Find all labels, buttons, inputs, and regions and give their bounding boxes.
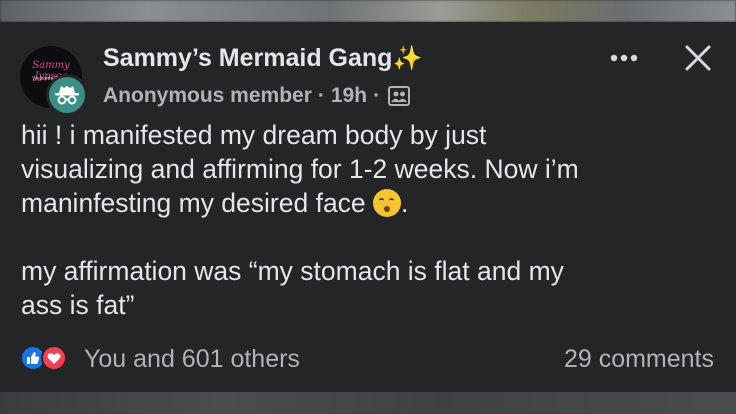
group-name: Sammy’s Mermaid Gang — [103, 44, 393, 72]
close-button[interactable] — [680, 40, 716, 76]
kissing-face-emoji — [373, 189, 402, 217]
sparkles-emoji: ✨ — [392, 45, 423, 72]
meta-separator: · — [317, 84, 325, 107]
incognito-icon — [55, 86, 79, 105]
blurred-background-bottom — [0, 392, 736, 414]
post-line: my affirmation was “my stomach is flat a… — [21, 256, 564, 286]
anonymous-avatar — [46, 74, 88, 116]
comments-count[interactable]: 29 comments — [564, 345, 714, 374]
group-name-link[interactable]: Sammy’s Mermaid Gang✨ — [103, 44, 422, 73]
more-dots-icon — [610, 54, 638, 62]
meta-separator-2: · — [373, 84, 381, 107]
post-timestamp[interactable]: 19h — [331, 84, 367, 108]
post-line: hii ! i manifested my dream body by just — [21, 120, 487, 150]
close-icon — [685, 45, 711, 71]
post-line: maninfesting my desired face . — [21, 186, 721, 220]
post-meta: Anonymous member · 19h · — [103, 84, 411, 108]
post-text-period: . — [401, 188, 409, 218]
reaction-icons[interactable] — [20, 345, 67, 371]
post-line: ass is fat” — [21, 290, 135, 320]
group-privacy-icon[interactable] — [388, 86, 411, 106]
post-body: hii ! i manifested my dream body by just… — [21, 118, 721, 322]
post-text-segment: maninfesting my desired face — [21, 188, 366, 218]
blurred-background-top — [0, 0, 736, 22]
author-name[interactable]: Anonymous member — [103, 84, 312, 108]
love-reaction-icon — [41, 345, 67, 371]
post-line: visualizing and affirming for 1-2 weeks.… — [21, 154, 579, 184]
more-options-button[interactable] — [604, 42, 644, 74]
reactions-count[interactable]: You and 601 others — [84, 345, 300, 374]
